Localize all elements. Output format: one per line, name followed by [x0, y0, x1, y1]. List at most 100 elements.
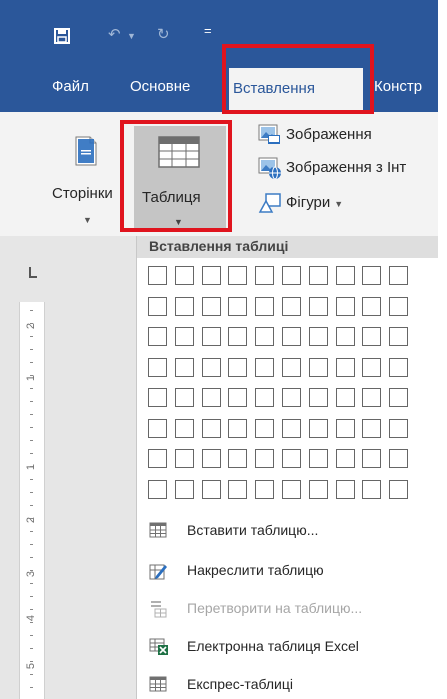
ruler-tick — [30, 336, 33, 337]
grid-cell[interactable] — [148, 480, 167, 499]
save-icon[interactable] — [54, 28, 70, 49]
grid-cell[interactable] — [255, 266, 274, 285]
grid-cell[interactable] — [202, 358, 221, 377]
grid-cell[interactable] — [336, 388, 355, 407]
grid-cell[interactable] — [336, 480, 355, 499]
grid-cell[interactable] — [255, 358, 274, 377]
grid-cell[interactable] — [282, 449, 301, 468]
grid-cell[interactable] — [282, 297, 301, 316]
grid-cell[interactable] — [389, 266, 408, 285]
ruler-tick — [30, 557, 33, 558]
grid-cell[interactable] — [389, 358, 408, 377]
grid-cell[interactable] — [309, 266, 328, 285]
grid-cell[interactable] — [362, 266, 381, 285]
grid-cell[interactable] — [148, 388, 167, 407]
grid-cell[interactable] — [309, 449, 328, 468]
grid-cell[interactable] — [282, 266, 301, 285]
draw-table-item[interactable]: Накреслити таблицю — [137, 554, 439, 588]
grid-cell[interactable] — [255, 327, 274, 346]
redo-icon[interactable]: ↻ — [157, 26, 170, 44]
grid-cell[interactable] — [282, 327, 301, 346]
grid-cell[interactable] — [175, 297, 194, 316]
grid-cell[interactable] — [336, 327, 355, 346]
grid-cell[interactable] — [309, 419, 328, 438]
grid-cell[interactable] — [148, 327, 167, 346]
grid-cell[interactable] — [175, 419, 194, 438]
grid-cell[interactable] — [228, 449, 247, 468]
customize-quick-access-icon[interactable]: = — [204, 22, 212, 40]
grid-cell[interactable] — [148, 449, 167, 468]
grid-cell[interactable] — [202, 449, 221, 468]
grid-cell[interactable] — [362, 358, 381, 377]
grid-cell[interactable] — [228, 480, 247, 499]
grid-cell[interactable] — [202, 266, 221, 285]
grid-cell[interactable] — [336, 449, 355, 468]
grid-cell[interactable] — [389, 388, 408, 407]
grid-cell[interactable] — [362, 419, 381, 438]
grid-cell[interactable] — [309, 327, 328, 346]
grid-cell[interactable] — [336, 266, 355, 285]
grid-cell[interactable] — [202, 297, 221, 316]
grid-cell[interactable] — [389, 480, 408, 499]
grid-cell[interactable] — [389, 327, 408, 346]
grid-cell[interactable] — [228, 419, 247, 438]
grid-cell[interactable] — [175, 388, 194, 407]
grid-cell[interactable] — [362, 388, 381, 407]
grid-cell[interactable] — [148, 266, 167, 285]
grid-cell[interactable] — [228, 388, 247, 407]
ruler-tick — [30, 544, 33, 545]
grid-cell[interactable] — [228, 327, 247, 346]
grid-cell[interactable] — [389, 449, 408, 468]
grid-cell[interactable] — [175, 480, 194, 499]
grid-cell[interactable] — [309, 297, 328, 316]
tab-stop-selector-icon[interactable] — [28, 265, 38, 279]
grid-cell[interactable] — [282, 419, 301, 438]
grid-cell[interactable] — [282, 388, 301, 407]
excel-spreadsheet-item[interactable]: Електронна таблиця Excel — [137, 630, 439, 664]
grid-cell[interactable] — [228, 297, 247, 316]
grid-cell[interactable] — [336, 297, 355, 316]
grid-cell[interactable] — [228, 358, 247, 377]
tab-design[interactable]: Констр — [374, 78, 422, 95]
grid-cell[interactable] — [309, 388, 328, 407]
grid-cell[interactable] — [362, 297, 381, 316]
grid-cell[interactable] — [175, 449, 194, 468]
grid-cell[interactable] — [362, 480, 381, 499]
pages-button[interactable]: Сторінки ▼ — [44, 126, 132, 231]
tab-home[interactable]: Основне — [130, 78, 190, 95]
grid-cell[interactable] — [255, 388, 274, 407]
grid-cell[interactable] — [309, 480, 328, 499]
grid-cell[interactable] — [202, 419, 221, 438]
undo-dropdown-icon[interactable]: ▼ — [127, 27, 136, 45]
convert-text-icon — [151, 601, 167, 618]
grid-cell[interactable] — [255, 419, 274, 438]
grid-cell[interactable] — [148, 297, 167, 316]
grid-cell[interactable] — [389, 297, 408, 316]
grid-cell[interactable] — [175, 327, 194, 346]
grid-cell[interactable] — [255, 297, 274, 316]
grid-cell[interactable] — [362, 449, 381, 468]
grid-cell[interactable] — [202, 388, 221, 407]
grid-cell[interactable] — [148, 358, 167, 377]
grid-cell[interactable] — [175, 358, 194, 377]
grid-cell[interactable] — [148, 419, 167, 438]
tab-file[interactable]: Файл — [52, 78, 89, 95]
insert-table-label: Вставити таблицю... — [187, 522, 319, 538]
grid-cell[interactable] — [228, 266, 247, 285]
grid-cell[interactable] — [202, 480, 221, 499]
grid-cell[interactable] — [309, 358, 328, 377]
grid-cell[interactable] — [336, 419, 355, 438]
quick-tables-item[interactable]: Експрес-таблиці — [137, 668, 439, 699]
insert-table-item[interactable]: Вставити таблицю... — [137, 514, 439, 548]
undo-icon[interactable]: ↶ — [108, 26, 121, 44]
grid-cell[interactable] — [282, 480, 301, 499]
grid-cell[interactable] — [282, 358, 301, 377]
grid-cell[interactable] — [336, 358, 355, 377]
grid-cell[interactable] — [175, 266, 194, 285]
grid-cell[interactable] — [255, 449, 274, 468]
grid-cell[interactable] — [389, 419, 408, 438]
grid-cell[interactable] — [362, 327, 381, 346]
convert-to-table-item[interactable]: Перетворити на таблицю... — [137, 592, 439, 626]
grid-cell[interactable] — [255, 480, 274, 499]
grid-cell[interactable] — [202, 327, 221, 346]
